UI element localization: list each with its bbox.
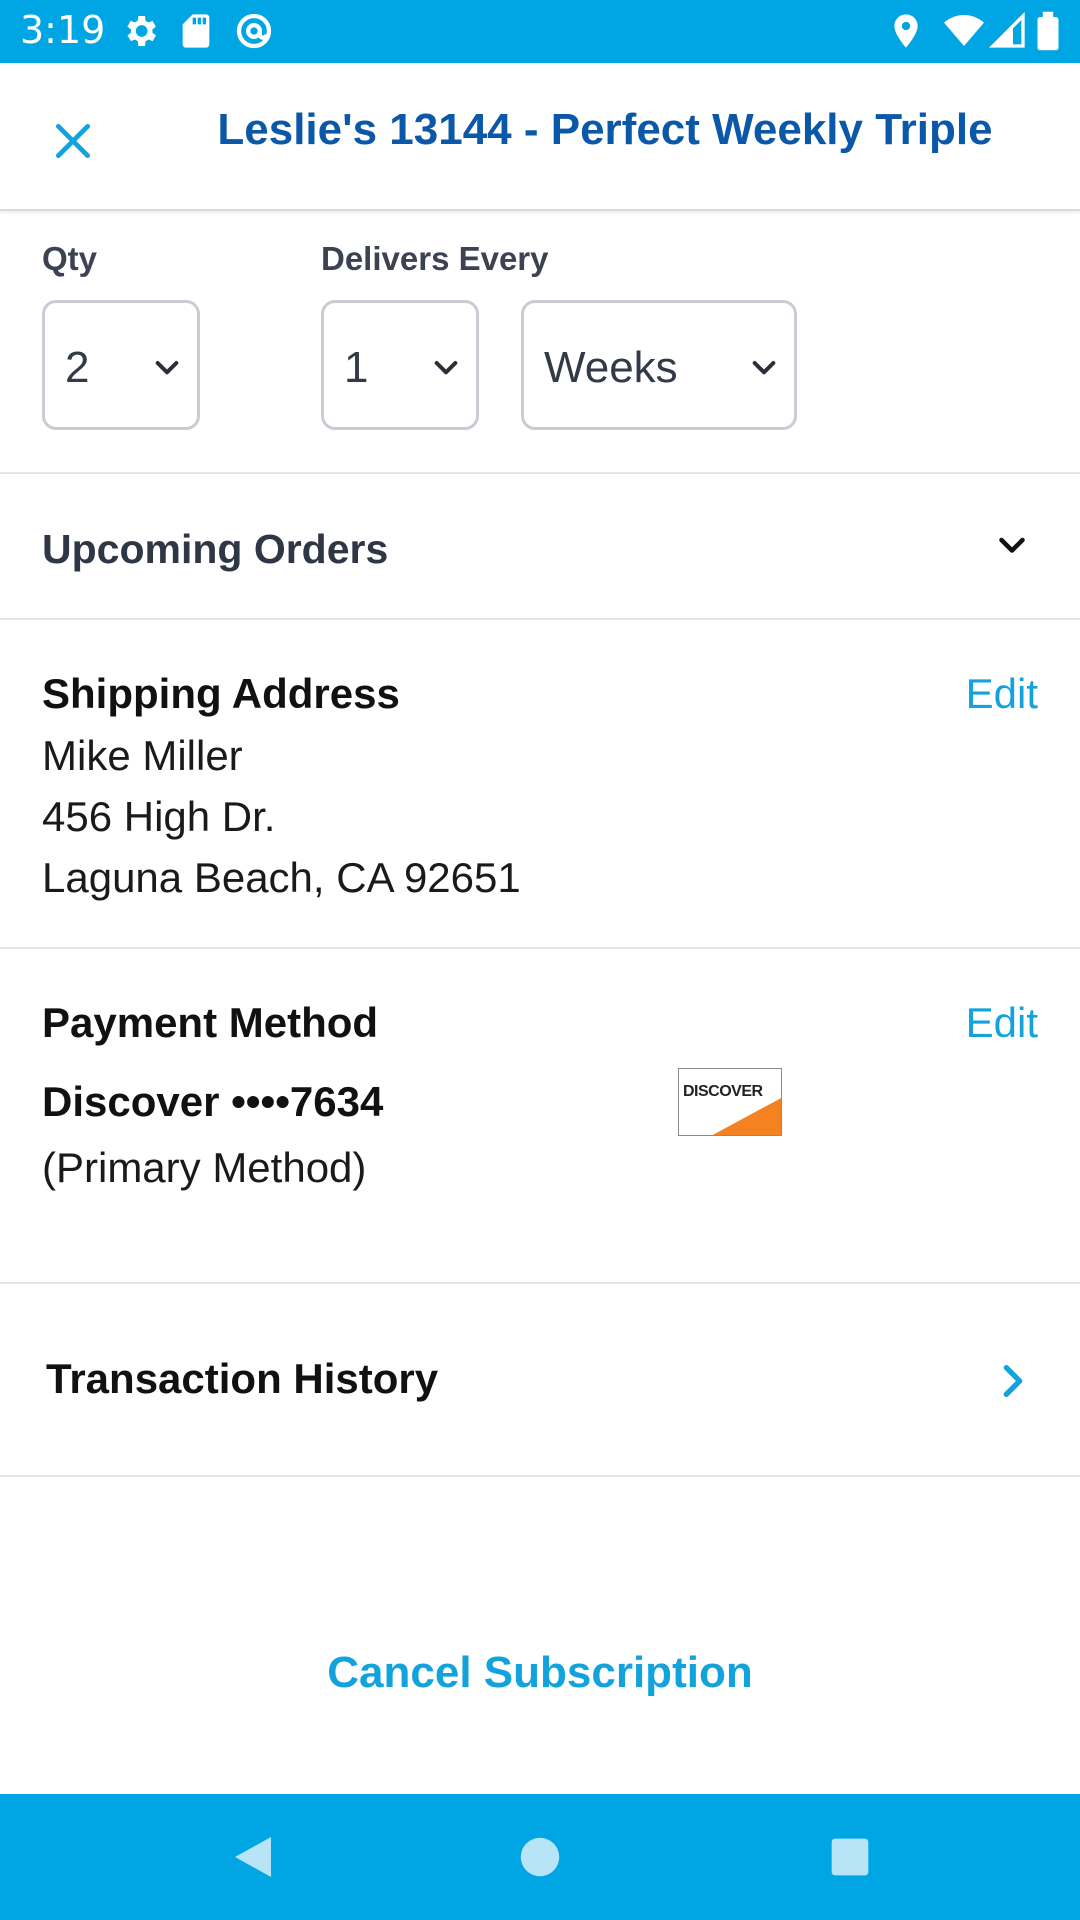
- wifi-icon: [944, 15, 984, 46]
- primary-method-note: (Primary Method): [42, 1144, 367, 1191]
- location-pin-icon: [894, 14, 918, 48]
- interval-value: 1: [344, 343, 369, 392]
- cancel-subscription-button[interactable]: Cancel Subscription: [0, 1648, 1080, 1698]
- recents-icon: [831, 1838, 869, 1876]
- card-label: Discover ••••7634: [42, 1078, 384, 1125]
- upcoming-orders-row[interactable]: Upcoming Orders: [0, 474, 1080, 618]
- edit-payment-button[interactable]: Edit: [966, 999, 1038, 1047]
- close-icon: [55, 123, 91, 159]
- navigation-bar: [0, 1794, 1080, 1920]
- status-time: 3:19: [20, 8, 106, 52]
- shipping-name: Mike Miller: [42, 732, 243, 779]
- app-bar: Leslie's 13144 - Perfect Weekly Triple: [0, 63, 1080, 211]
- delivers-every-label: Delivers Every: [321, 240, 549, 277]
- divider: [0, 947, 1080, 949]
- payment-method-title: Payment Method: [42, 999, 379, 1046]
- close-button[interactable]: [40, 111, 106, 171]
- gear-icon: [127, 16, 156, 46]
- at-sign-icon: [236, 13, 272, 49]
- shipping-city: Laguna Beach, CA 92651: [42, 854, 521, 901]
- chevron-right-icon: [1003, 1365, 1023, 1397]
- sd-card-icon: [182, 14, 210, 48]
- upcoming-orders-label: Upcoming Orders: [42, 526, 389, 572]
- shipping-street: 456 High Dr.: [42, 793, 276, 840]
- chevron-down-icon: [434, 361, 458, 375]
- chevron-down-icon: [999, 537, 1025, 553]
- chevron-down-icon: [752, 361, 776, 375]
- chevron-down-icon: [155, 361, 179, 375]
- discover-logo: DISCOVER: [678, 1068, 782, 1136]
- edit-shipping-button[interactable]: Edit: [966, 670, 1038, 718]
- back-button[interactable]: [220, 1824, 286, 1890]
- recents-button[interactable]: [817, 1824, 883, 1890]
- shipping-address-title: Shipping Address: [42, 670, 400, 717]
- page-title: Leslie's 13144 - Perfect Weekly Triple: [217, 105, 993, 154]
- status-bar: 3:19: [0, 0, 1080, 63]
- interval-select[interactable]: 1: [321, 300, 479, 430]
- unit-select[interactable]: Weeks: [521, 300, 797, 430]
- battery-icon: [1037, 11, 1059, 51]
- home-icon: [520, 1837, 560, 1877]
- back-icon: [235, 1837, 271, 1877]
- signal-icon: [988, 11, 1025, 48]
- transaction-history-row[interactable]: Transaction History: [0, 1283, 1080, 1475]
- transaction-history-label: Transaction History: [46, 1355, 439, 1402]
- qty-value: 2: [65, 343, 90, 392]
- qty-select[interactable]: 2: [42, 300, 200, 430]
- home-button[interactable]: [507, 1824, 573, 1890]
- divider: [0, 1475, 1080, 1477]
- divider: [0, 618, 1080, 620]
- discover-logo-text: DISCOVER: [683, 1083, 763, 1100]
- unit-value: Weeks: [544, 343, 678, 392]
- qty-label: Qty: [42, 240, 98, 277]
